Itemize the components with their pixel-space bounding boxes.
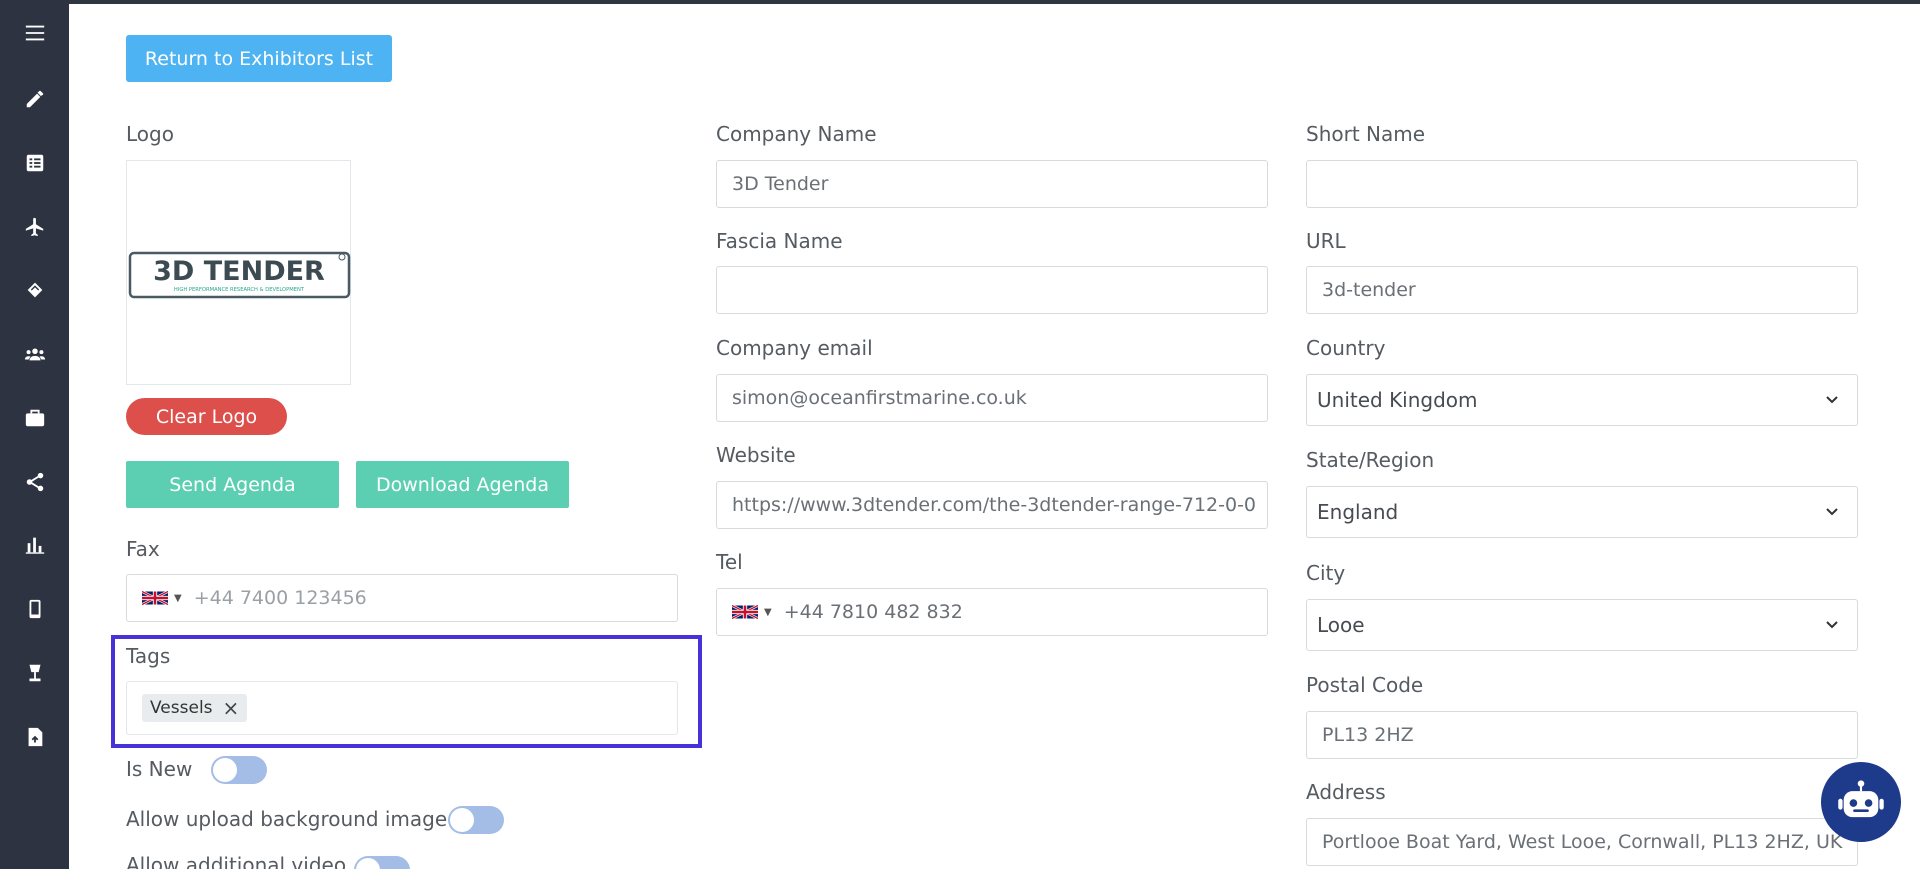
is-new-toggle[interactable] <box>211 756 267 784</box>
file-upload-icon[interactable] <box>0 717 69 757</box>
company-email-input[interactable]: simon@oceanfirstmarine.co.uk <box>716 374 1268 422</box>
logo-preview[interactable]: 3D TENDER HIGH PERFORMANCE RESEARCH & DE… <box>126 160 351 385</box>
short-name-label: Short Name <box>1306 122 1426 146</box>
logo-label: Logo <box>126 122 174 146</box>
menu-icon[interactable] <box>0 13 69 53</box>
fax-input[interactable]: ▼ +44 7400 123456 <box>126 574 678 622</box>
company-name-input[interactable]: 3D Tender <box>716 160 1268 208</box>
uk-flag-icon[interactable] <box>732 604 758 620</box>
return-to-exhibitors-button[interactable]: Return to Exhibitors List <box>126 35 392 82</box>
fax-placeholder: +44 7400 123456 <box>193 587 367 609</box>
tel-input[interactable]: ▼ +44 7810 482 832 <box>716 588 1268 636</box>
chatbot-button[interactable] <box>1821 762 1901 842</box>
tags-input[interactable]: Vessels × <box>126 681 678 735</box>
postal-code-label: Postal Code <box>1306 673 1424 697</box>
lamp-icon[interactable] <box>0 653 69 693</box>
logo-brand-text: 3D TENDER <box>153 256 325 287</box>
tags-label: Tags <box>126 644 171 668</box>
plane-icon[interactable] <box>0 207 69 247</box>
city-label: City <box>1306 561 1346 585</box>
company-email-label: Company email <box>716 336 873 360</box>
mobile-icon[interactable] <box>0 589 69 629</box>
handshake-icon[interactable] <box>0 270 69 310</box>
country-value: United Kingdom <box>1317 388 1478 412</box>
city-select[interactable]: Looe <box>1306 599 1858 651</box>
address-label: Address <box>1306 780 1386 804</box>
country-label: Country <box>1306 336 1386 360</box>
fax-label: Fax <box>126 537 160 561</box>
users-icon[interactable] <box>0 334 69 374</box>
company-name-label: Company Name <box>716 122 877 146</box>
sidebar <box>0 0 69 869</box>
tel-value: +44 7810 482 832 <box>783 601 963 623</box>
country-code-caret-icon[interactable]: ▼ <box>174 593 182 604</box>
website-label: Website <box>716 443 796 467</box>
country-select[interactable]: United Kingdom <box>1306 374 1858 426</box>
url-input[interactable]: 3d-tender <box>1306 266 1858 314</box>
website-input[interactable]: https://www.3dtender.com/the-3dtender-ra… <box>716 481 1268 529</box>
state-region-value: England <box>1317 500 1399 524</box>
state-region-select[interactable]: England <box>1306 486 1858 538</box>
bar-chart-icon[interactable] <box>0 525 69 565</box>
pencil-icon[interactable] <box>0 79 69 119</box>
top-bar <box>0 0 1920 4</box>
chevron-down-icon <box>1826 508 1838 516</box>
tag-chip: Vessels × <box>142 694 248 722</box>
fascia-name-label: Fascia Name <box>716 229 843 253</box>
postal-code-input[interactable]: PL13 2HZ <box>1306 711 1858 759</box>
country-code-caret-icon[interactable]: ▼ <box>764 607 772 618</box>
tag-chip-label: Vessels <box>150 698 213 718</box>
state-region-label: State/Region <box>1306 448 1435 472</box>
list-icon[interactable] <box>0 143 69 183</box>
logo-brand-subtext: HIGH PERFORMANCE RESEARCH & DEVELOPMENT <box>174 287 305 293</box>
city-value: Looe <box>1317 613 1365 637</box>
company-logo-image: 3D TENDER HIGH PERFORMANCE RESEARCH & DE… <box>128 251 351 299</box>
allow-bg-label: Allow upload background image <box>126 807 448 831</box>
chevron-down-icon <box>1826 621 1838 629</box>
allow-video-toggle[interactable] <box>354 856 410 869</box>
is-new-label: Is New <box>126 757 193 781</box>
briefcase-icon[interactable] <box>0 398 69 438</box>
chevron-down-icon <box>1826 396 1838 404</box>
download-agenda-button[interactable]: Download Agenda <box>356 461 569 508</box>
short-name-input[interactable] <box>1306 160 1858 208</box>
robot-icon <box>1838 780 1884 818</box>
tag-remove-icon[interactable]: × <box>223 696 240 720</box>
fascia-name-input[interactable] <box>716 266 1268 314</box>
share-icon[interactable] <box>0 462 69 502</box>
tel-label: Tel <box>716 550 743 574</box>
address-input[interactable]: Portlooe Boat Yard, West Looe, Cornwall,… <box>1306 818 1858 866</box>
uk-flag-icon[interactable] <box>142 590 168 606</box>
send-agenda-button[interactable]: Send Agenda <box>126 461 339 508</box>
allow-bg-toggle[interactable] <box>448 806 504 834</box>
clear-logo-button[interactable]: Clear Logo <box>126 398 287 435</box>
allow-video-label: Allow additional video <box>126 853 347 869</box>
url-label: URL <box>1306 229 1346 253</box>
